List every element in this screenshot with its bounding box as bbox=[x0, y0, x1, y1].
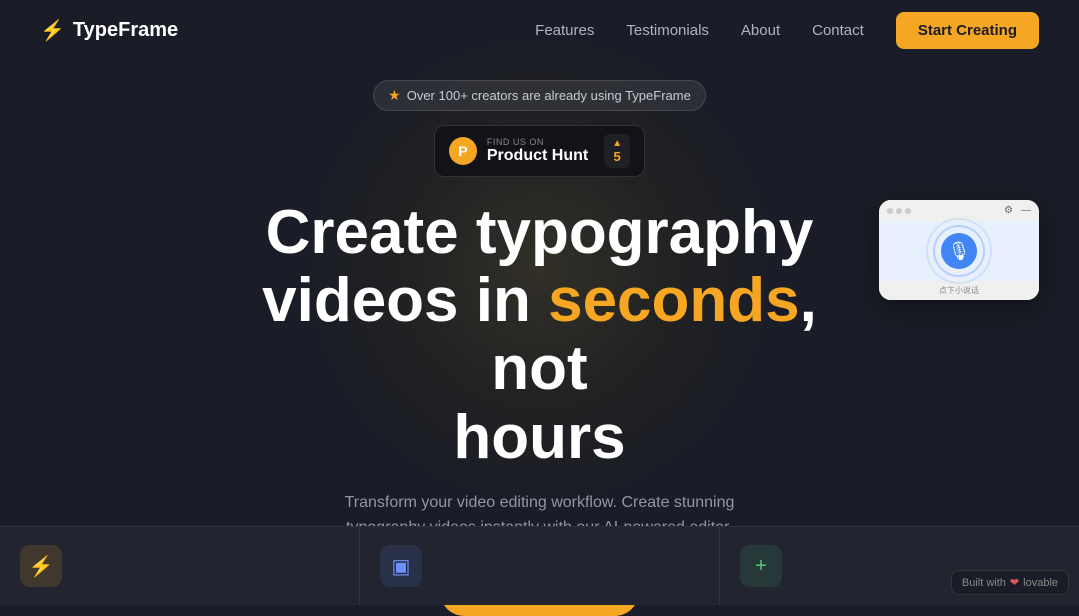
preview-controls: ⚙ — bbox=[1004, 205, 1031, 216]
product-hunt-logo: P bbox=[449, 137, 477, 165]
nav-link-contact[interactable]: Contact bbox=[812, 22, 864, 39]
logo[interactable]: ⚡ TypeFrame bbox=[40, 18, 178, 43]
lovable-badge: Built with ❤ lovable bbox=[951, 570, 1069, 595]
lovable-brand: lovable bbox=[1023, 577, 1058, 589]
logo-text: TypeFrame bbox=[73, 19, 178, 42]
product-hunt-name: Product Hunt bbox=[487, 147, 588, 165]
feature-icon-3: + bbox=[740, 545, 782, 587]
preview-gear-icon: ⚙ bbox=[1004, 205, 1013, 216]
product-hunt-votes: ▲ 5 bbox=[604, 134, 630, 168]
product-hunt-text: FIND US ON Product Hunt bbox=[487, 137, 588, 165]
feature-icon-1: ⚡ bbox=[20, 545, 62, 587]
preview-minimize-icon: — bbox=[1021, 205, 1031, 216]
feature-icon-2: ▣ bbox=[380, 545, 422, 587]
nav-links: Features Testimonials About Contact Star… bbox=[535, 12, 1039, 49]
preview-dots bbox=[887, 208, 911, 214]
logo-icon: ⚡ bbox=[40, 18, 65, 43]
feature-cards: ⚡ ▣ + bbox=[0, 526, 1079, 605]
preview-mic-icon: 🎙 bbox=[941, 233, 977, 269]
badge-text: Over 100+ creators are already using Typ… bbox=[407, 88, 691, 103]
nav-link-testimonials[interactable]: Testimonials bbox=[626, 22, 709, 39]
preview-content: 🎙 bbox=[879, 221, 1039, 281]
creator-badge: ★ Over 100+ creators are already using T… bbox=[373, 80, 706, 111]
heading-highlight: seconds bbox=[548, 266, 800, 335]
preview-dot-1 bbox=[887, 208, 893, 214]
main-heading: Create typographyvideos in seconds, noth… bbox=[230, 199, 850, 472]
product-hunt-find-label: FIND US ON bbox=[487, 137, 544, 147]
feature-card-2: ▣ bbox=[360, 526, 720, 605]
nav-start-creating-button[interactable]: Start Creating bbox=[896, 12, 1039, 49]
heart-icon: ❤ bbox=[1010, 576, 1019, 589]
product-hunt-button[interactable]: P FIND US ON Product Hunt ▲ 5 bbox=[434, 125, 645, 177]
vote-count: 5 bbox=[614, 149, 621, 164]
lovable-text: Built with bbox=[962, 577, 1006, 589]
preview-dot-3 bbox=[905, 208, 911, 214]
feature-card-1: ⚡ bbox=[0, 526, 360, 605]
navbar: ⚡ TypeFrame Features Testimonials About … bbox=[0, 0, 1079, 60]
preview-card: ⚙ — 🎙 点下小说话 bbox=[879, 200, 1039, 300]
vote-arrow-icon: ▲ bbox=[612, 138, 622, 149]
badge-star-icon: ★ bbox=[388, 87, 401, 104]
preview-dot-2 bbox=[896, 208, 902, 214]
nav-link-features[interactable]: Features bbox=[535, 22, 594, 39]
nav-link-about[interactable]: About bbox=[741, 22, 780, 39]
